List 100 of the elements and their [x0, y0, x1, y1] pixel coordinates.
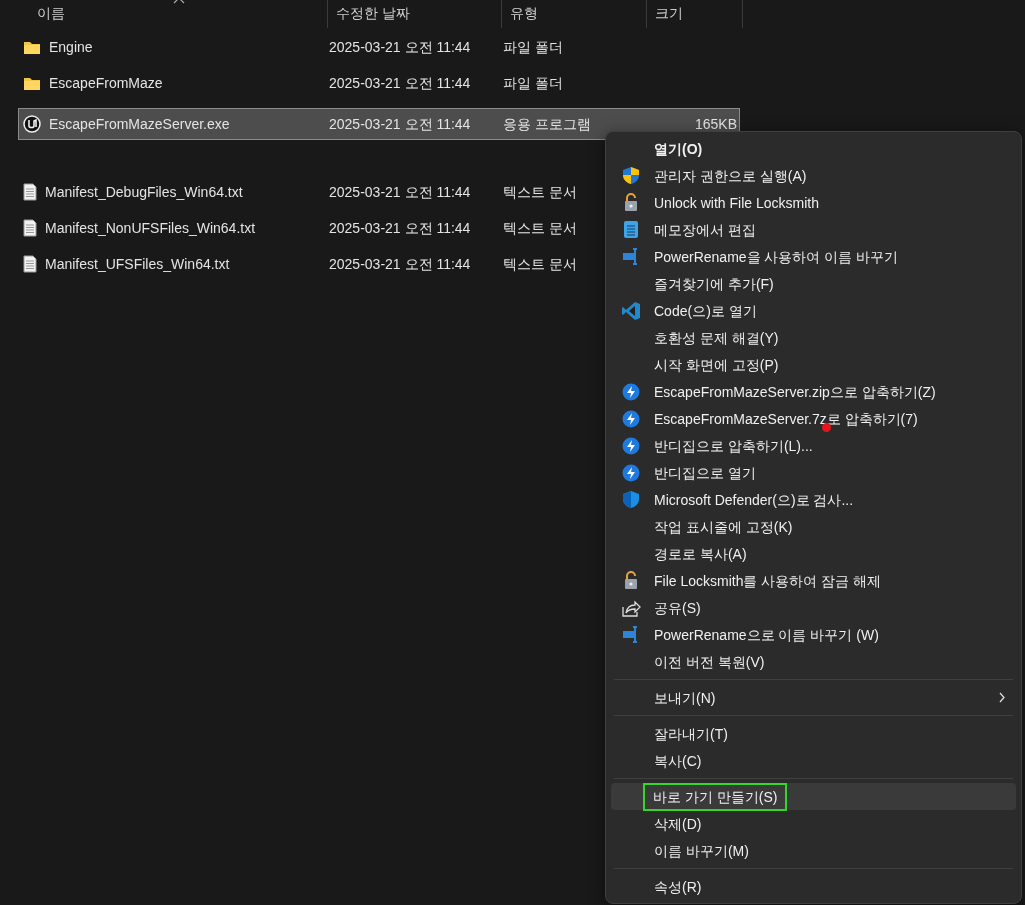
menu-label: Unlock with File Locksmith — [654, 193, 819, 212]
menu-label: 이전 버전 복원(V) — [654, 652, 765, 671]
menu-item[interactable]: PowerRename으로 이름 바꾸기 (W) — [611, 621, 1016, 648]
file-row[interactable]: Manifest_NonUFSFiles_Win64.txt 2025-03-21 오전 11:44 텍스트 문서 — [18, 214, 578, 250]
file-row[interactable]: Manifest_DebugFiles_Win64.txt 2025-03-21 오전 11:44 텍스트 문서 — [18, 178, 578, 214]
document-icon — [23, 183, 37, 201]
app-icon — [23, 115, 41, 133]
file-name: Engine — [49, 40, 93, 55]
menu-label: 열기(O) — [654, 139, 703, 158]
menu-label: 삭제(D) — [654, 814, 702, 833]
menu-label: 관리자 권한으로 실행(A) — [654, 166, 807, 185]
rename-icon — [622, 626, 640, 643]
file-name: Manifest_UFSFiles_Win64.txt — [45, 257, 230, 271]
menu-item[interactable]: EscapeFromMazeServer.zip으로 압축하기(Z) — [611, 378, 1016, 405]
menu-item[interactable]: 공유(S) — [611, 594, 1016, 621]
menu-item[interactable]: EscapeFromMazeServer.7z로 압축하기(7) — [611, 405, 1016, 432]
file-name: EscapeFromMaze — [49, 76, 163, 91]
menu-label: 속성(R) — [654, 877, 702, 896]
menu-label: Code(으)로 열기 — [654, 301, 757, 320]
file-type: 텍스트 문서 — [503, 221, 577, 235]
menu-item[interactable]: Unlock with File Locksmith — [611, 189, 1016, 216]
menu-item[interactable]: 메모장에서 편집 — [611, 216, 1016, 243]
file-row[interactable]: Manifest_UFSFiles_Win64.txt 2025-03-21 오전 11:44 텍스트 문서 — [18, 250, 578, 286]
menu-label: PowerRename을 사용하여 이름 바꾸기 — [654, 247, 899, 266]
document-icon — [23, 255, 37, 273]
menu-item[interactable]: File Locksmith를 사용하여 잠금 해제 — [611, 567, 1016, 594]
modified-date: 2025-03-21 오전 11:44 — [329, 221, 472, 235]
menu-item[interactable]: PowerRename을 사용하여 이름 바꾸기 — [611, 243, 1016, 270]
file-name: EscapeFromMazeServer.exe — [49, 117, 230, 131]
menu-item[interactable]: 작업 표시줄에 고정(K) — [611, 513, 1016, 540]
highlighted-label: 바로 가기 만들기(S) — [645, 784, 786, 809]
menu-item[interactable]: 경로로 복사(A) — [611, 540, 1016, 567]
menu-label: 경로로 복사(A) — [654, 544, 747, 563]
folder-icon — [23, 75, 41, 91]
menu-item[interactable]: 즐겨찾기에 추가(F) — [611, 270, 1016, 297]
menu-label: EscapeFromMazeServer.zip으로 압축하기(Z) — [654, 382, 936, 401]
menu-label: 반디집으로 열기 — [654, 463, 756, 482]
menu-label: 보내기(N) — [654, 688, 716, 707]
menu-item[interactable]: 잘라내기(T) — [611, 720, 1016, 747]
column-header[interactable]: 수정한 날짜 — [336, 5, 410, 23]
modified-date: 2025-03-21 오전 11:44 — [329, 40, 472, 55]
menu-label: Microsoft Defender(으)로 검사... — [654, 490, 854, 509]
file-type: 텍스트 문서 — [503, 257, 577, 271]
bolt-icon — [622, 382, 640, 401]
menu-item[interactable]: 반디집으로 열기 — [611, 459, 1016, 486]
column-header[interactable]: 유형 — [510, 5, 538, 23]
file-type: 파일 폴더 — [503, 76, 563, 91]
menu-item[interactable]: 호환성 문제 해결(Y) — [611, 324, 1016, 351]
modified-date: 2025-03-21 오전 11:44 — [329, 185, 472, 199]
menu-label: 시작 화면에 고정(P) — [654, 355, 779, 374]
document-icon — [23, 219, 37, 237]
file-name: Manifest_NonUFSFiles_Win64.txt — [45, 221, 256, 235]
file-row[interactable]: EscapeFromMaze 2025-03-21 오전 11:44 파일 폴더 — [18, 70, 564, 106]
menu-item[interactable]: Code(으)로 열기 — [611, 297, 1016, 324]
menu-item[interactable]: 반디집으로 압축하기(L)... — [611, 432, 1016, 459]
share-icon — [621, 598, 641, 617]
menu-label: 공유(S) — [654, 598, 701, 617]
file-name: Manifest_DebugFiles_Win64.txt — [45, 185, 243, 199]
column-header[interactable]: 이름 — [37, 5, 65, 23]
menu-label: 반디집으로 압축하기(L)... — [654, 436, 813, 455]
file-type: 응용 프로그램 — [503, 117, 592, 131]
folder-icon — [23, 39, 41, 55]
shield-icon — [622, 490, 640, 509]
menu-item[interactable]: 이전 버전 복원(V) — [611, 648, 1016, 675]
menu-item[interactable]: 삭제(D) — [611, 810, 1016, 837]
menu-label: 즐겨찾기에 추가(F) — [654, 274, 774, 293]
file-type: 텍스트 문서 — [503, 185, 577, 199]
menu-item[interactable]: 바로 가기 만들기(S) — [611, 783, 1016, 810]
menu-item[interactable]: 이름 바꾸기(M) — [611, 837, 1016, 864]
menu-item[interactable]: Microsoft Defender(으)로 검사... — [611, 486, 1016, 513]
menu-item[interactable]: 관리자 권한으로 실행(A) — [611, 162, 1016, 189]
notepad-icon — [623, 220, 639, 239]
menu-label: 작업 표시줄에 고정(K) — [654, 517, 793, 536]
padlock-icon — [624, 571, 638, 590]
bolt-icon — [622, 436, 640, 455]
bolt-icon — [622, 409, 640, 428]
menu-item[interactable]: 시작 화면에 고정(P) — [611, 351, 1016, 378]
code-editor-icon — [621, 300, 641, 321]
menu-item[interactable]: 속성(R) — [611, 873, 1016, 900]
menu-label: 잘라내기(T) — [654, 724, 728, 743]
menu-label: EscapeFromMazeServer.7z로 압축하기(7) — [654, 409, 918, 428]
file-size: 165KB — [693, 117, 738, 131]
modified-date: 2025-03-21 오전 11:44 — [329, 257, 472, 271]
menu-label: 이름 바꾸기(M) — [654, 841, 749, 860]
menu-label: 복사(C) — [654, 751, 702, 770]
menu-label: 호환성 문제 해결(Y) — [654, 328, 779, 347]
file-row[interactable]: Engine 2025-03-21 오전 11:44 파일 폴더 — [18, 34, 564, 70]
menu-item[interactable]: 복사(C) — [611, 747, 1016, 774]
modified-date: 2025-03-21 오전 11:44 — [329, 76, 472, 91]
file-row[interactable]: EscapeFromMazeServer.exe 2025-03-21 오전 11:44 응용 프로그램 165KB — [18, 108, 740, 140]
column-header[interactable]: 크기 — [655, 5, 683, 23]
menu-label: File Locksmith를 사용하여 잠금 해제 — [654, 571, 882, 590]
file-type: 파일 폴더 — [503, 40, 563, 55]
shield-icon — [622, 166, 640, 185]
rename-icon — [622, 248, 640, 265]
menu-label: PowerRename으로 이름 바꾸기 (W) — [654, 625, 879, 644]
padlock-icon — [624, 193, 638, 212]
menu-label: 메모장에서 편집 — [654, 220, 756, 239]
modified-date: 2025-03-21 오전 11:44 — [329, 117, 472, 131]
menu-item[interactable]: 보내기(N) — [611, 684, 1016, 711]
